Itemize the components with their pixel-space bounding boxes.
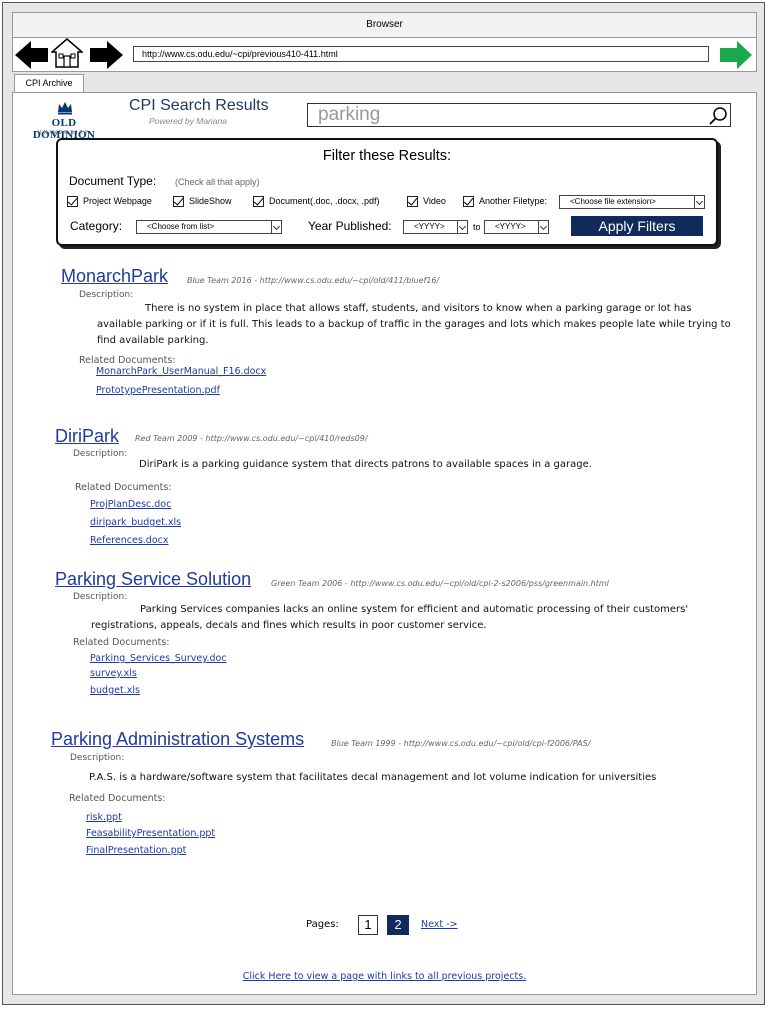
doc-link[interactable]: FeasabilityPresentation.ppt xyxy=(86,828,215,839)
checkbox-label: Document(.doc, .docx, .pdf) xyxy=(269,196,380,206)
back-arrow-icon[interactable] xyxy=(15,40,49,70)
year-from-value: <YYYY> xyxy=(414,222,445,231)
result-meta: Blue Team 2016 - http://www.cs.odu.edu/~… xyxy=(187,276,440,285)
doctype-label: Document Type: xyxy=(69,174,157,188)
category-select[interactable]: <Choose from list> xyxy=(136,220,282,234)
checkbox-slideshow[interactable]: SlideShow xyxy=(173,194,232,208)
doc-link[interactable]: risk.ppt xyxy=(86,812,122,823)
page-title: CPI Search Results xyxy=(129,97,269,114)
window-title: Browser xyxy=(366,19,403,30)
related-documents-label: Related Documents: xyxy=(69,793,166,804)
checkbox-project-webpage[interactable]: Project Webpage xyxy=(67,194,152,208)
filter-title: Filter these Results: xyxy=(322,148,452,164)
tab-label: CPI Archive xyxy=(25,78,73,88)
year-published-label: Year Published: xyxy=(308,219,392,233)
year-from-select[interactable]: <YYYY> xyxy=(403,220,468,234)
checkbox-checked-icon[interactable] xyxy=(67,195,78,207)
page-1-button[interactable]: 1 xyxy=(358,915,378,935)
file-extension-select[interactable]: <Choose file extension> xyxy=(559,195,705,209)
category-label: Category: xyxy=(70,219,123,233)
page-2-button[interactable]: 2 xyxy=(387,915,409,935)
checkbox-another-filetype[interactable]: Another Filetype: xyxy=(463,194,547,208)
checkbox-video[interactable]: Video xyxy=(407,194,446,208)
chevron-down-icon xyxy=(457,221,467,233)
logo-subtext: UNIVERSITY xyxy=(37,130,91,136)
home-icon[interactable] xyxy=(51,38,83,68)
powered-by: Powered by Mariana xyxy=(149,116,227,126)
result-description: DiriPark is a parking guidance system th… xyxy=(139,459,592,470)
doc-link[interactable]: diripark_budget.xls xyxy=(90,517,181,528)
forward-arrow-icon[interactable] xyxy=(89,40,123,70)
go-arrow-icon[interactable] xyxy=(719,41,753,69)
doc-link[interactable]: budget.xls xyxy=(90,685,140,696)
description-label: Description: xyxy=(70,753,125,763)
related-documents-label: Related Documents: xyxy=(79,355,176,366)
related-documents-label: Related Documents: xyxy=(73,637,170,648)
chevron-down-icon xyxy=(538,221,548,233)
doc-link[interactable]: survey.xls xyxy=(90,668,137,679)
doc-link[interactable]: ProjPlanDesc.doc xyxy=(90,499,171,510)
doc-link[interactable]: FinalPresentation.ppt xyxy=(86,845,186,856)
checkbox-checked-icon[interactable] xyxy=(463,195,474,207)
all-projects-link[interactable]: Click Here to view a page with links to … xyxy=(13,971,756,982)
checkbox-label: Project Webpage xyxy=(83,196,152,206)
checkbox-label: SlideShow xyxy=(189,196,232,206)
address-bar[interactable]: http://www.cs.odu.edu/~cpi/previous410-4… xyxy=(133,46,709,62)
result-meta: Red Team 2009 - http://www.cs.odu.edu/~c… xyxy=(135,434,368,443)
checkbox-label: Video xyxy=(423,196,446,206)
description-label: Description: xyxy=(73,449,128,459)
result-meta: Blue Team 1999 - http://www.cs.odu.edu/~… xyxy=(331,739,591,748)
doc-link[interactable]: MonarchPark_UserManual_F16.docx xyxy=(96,366,266,377)
browser-toolbar: http://www.cs.odu.edu/~cpi/previous410-4… xyxy=(12,38,757,72)
description-label: Description: xyxy=(73,592,128,602)
description-label: Description: xyxy=(79,290,134,300)
result-title-parking-service-solution[interactable]: Parking Service Solution xyxy=(55,569,251,590)
result-description: Parking Services companies lacks an onli… xyxy=(91,604,689,631)
related-documents-label: Related Documents: xyxy=(75,482,172,493)
doc-link[interactable]: Parking_Services_Survey.doc xyxy=(90,653,227,664)
tab-cpi-archive[interactable]: CPI Archive xyxy=(14,74,84,92)
year-to-select[interactable]: <YYYY> xyxy=(484,220,549,234)
year-to-value: <YYYY> xyxy=(495,222,526,231)
odu-logo: OLD DOMINION UNIVERSITY xyxy=(19,99,109,141)
search-input[interactable]: parking xyxy=(307,103,731,127)
result-meta: Green Team 2006 - http://www.cs.odu.edu/… xyxy=(271,579,609,588)
filter-panel: Filter these Results: Document Type: (Ch… xyxy=(56,138,718,246)
checkbox-checked-icon[interactable] xyxy=(253,195,264,207)
result-title-diripark[interactable]: DiriPark xyxy=(55,426,119,447)
checkbox-checked-icon[interactable] xyxy=(407,195,418,207)
doctype-hint: (Check all that apply) xyxy=(175,177,260,187)
result-title-parking-administration-systems[interactable]: Parking Administration Systems xyxy=(51,729,304,750)
file-extension-value: <Choose file extension> xyxy=(570,197,656,206)
page-content: OLD DOMINION UNIVERSITY CPI Search Resul… xyxy=(12,92,757,995)
result-description: There is no system in place that allows … xyxy=(97,303,731,346)
chevron-down-icon xyxy=(694,196,704,208)
apply-filters-button[interactable]: Apply Filters xyxy=(571,216,703,236)
search-icon[interactable] xyxy=(708,106,728,126)
checkbox-checked-icon[interactable] xyxy=(173,195,184,207)
doc-link[interactable]: PrototypePresentation.pdf xyxy=(96,385,220,396)
pages-label: Pages: xyxy=(306,919,339,930)
checkbox-document[interactable]: Document(.doc, .docx, .pdf) xyxy=(253,194,380,208)
category-value: <Choose from list> xyxy=(147,222,215,231)
tab-strip: CPI Archive xyxy=(12,72,757,92)
crown-icon xyxy=(58,102,72,115)
window-titlebar: Browser xyxy=(12,12,757,38)
result-description: P.A.S. is a hardware/software system tha… xyxy=(89,772,657,783)
checkbox-label: Another Filetype: xyxy=(479,196,548,206)
search-value: parking xyxy=(318,104,381,125)
chevron-down-icon xyxy=(271,221,281,233)
address-bar-url: http://www.cs.odu.edu/~cpi/previous410-4… xyxy=(142,49,338,59)
next-page-link[interactable]: Next -> xyxy=(421,919,458,930)
year-to-label: to xyxy=(473,222,481,232)
result-title-monarchpark[interactable]: MonarchPark xyxy=(61,266,168,287)
doc-link[interactable]: References.docx xyxy=(90,535,169,546)
